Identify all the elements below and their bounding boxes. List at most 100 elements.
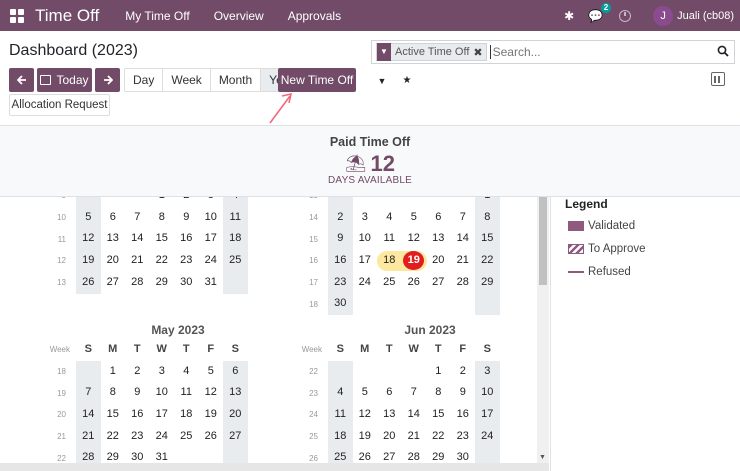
- day-cell[interactable]: 4: [377, 207, 402, 229]
- day-cell[interactable]: 22: [426, 426, 451, 448]
- today-cell[interactable]: 19: [402, 250, 427, 272]
- day-cell[interactable]: 24: [199, 250, 224, 272]
- day-cell[interactable]: 15: [426, 404, 451, 426]
- day-cell[interactable]: 28: [125, 272, 150, 294]
- day-cell[interactable]: 18: [223, 228, 248, 250]
- day-cell[interactable]: 30: [328, 293, 353, 315]
- day-cell[interactable]: 10: [475, 382, 500, 404]
- day-cell[interactable]: 12: [353, 404, 378, 426]
- day-cell[interactable]: 29: [150, 272, 175, 294]
- day-cell[interactable]: 16: [451, 404, 476, 426]
- apps-menu-icon[interactable]: [10, 8, 24, 23]
- day-cell[interactable]: 27: [101, 272, 126, 294]
- day-cell[interactable]: 26: [76, 272, 101, 294]
- day-cell[interactable]: 17: [199, 228, 224, 250]
- day-cell[interactable]: 14: [451, 228, 476, 250]
- day-cell[interactable]: 25: [223, 250, 248, 272]
- day-cell[interactable]: 16: [328, 250, 353, 272]
- next-button[interactable]: [95, 68, 120, 92]
- day-cell[interactable]: 19: [76, 250, 101, 272]
- horizontal-scrollbar[interactable]: [0, 463, 549, 471]
- day-cell[interactable]: 10: [150, 382, 175, 404]
- day-cell[interactable]: 21: [125, 250, 150, 272]
- day-cell[interactable]: 13: [223, 382, 248, 404]
- day-cell[interactable]: 28: [451, 272, 476, 294]
- day-cell[interactable]: 18: [377, 250, 402, 272]
- day-cell[interactable]: 17: [150, 404, 175, 426]
- day-cell[interactable]: 1: [101, 361, 126, 383]
- day-cell[interactable]: 21: [402, 426, 427, 448]
- filter-toggle-icon[interactable]: ▼: [371, 70, 393, 92]
- day-cell[interactable]: 27: [426, 272, 451, 294]
- day-cell[interactable]: 26: [199, 426, 224, 448]
- day-cell[interactable]: 9: [125, 382, 150, 404]
- day-cell[interactable]: 19: [353, 426, 378, 448]
- day-cell[interactable]: 7: [125, 207, 150, 229]
- day-cell[interactable]: 14: [402, 404, 427, 426]
- menu-overview[interactable]: Overview: [202, 9, 276, 23]
- calendar-scrollbar[interactable]: ▼: [537, 197, 549, 463]
- day-cell[interactable]: 30: [174, 272, 199, 294]
- day-cell[interactable]: 26: [402, 272, 427, 294]
- prev-button[interactable]: [9, 68, 34, 92]
- day-cell[interactable]: 23: [174, 250, 199, 272]
- day-cell[interactable]: 22: [150, 250, 175, 272]
- day-cell[interactable]: 24: [475, 426, 500, 448]
- day-cell[interactable]: 29: [475, 272, 500, 294]
- day-cell[interactable]: 1: [150, 197, 175, 207]
- search-icon[interactable]: [717, 45, 729, 60]
- day-cell[interactable]: 19: [199, 404, 224, 426]
- day-cell[interactable]: 21: [451, 250, 476, 272]
- day-cell[interactable]: 5: [353, 382, 378, 404]
- day-cell[interactable]: 11: [174, 382, 199, 404]
- day-cell[interactable]: 24: [150, 426, 175, 448]
- day-cell[interactable]: 13: [101, 228, 126, 250]
- day-cell[interactable]: 7: [451, 207, 476, 229]
- day-cell[interactable]: 10: [353, 228, 378, 250]
- day-cell[interactable]: 5: [402, 207, 427, 229]
- scale-day[interactable]: Day: [125, 69, 164, 91]
- day-cell[interactable]: 13: [377, 404, 402, 426]
- favorites-star-icon[interactable]: ★: [396, 70, 418, 92]
- day-cell[interactable]: 11: [328, 404, 353, 426]
- day-cell[interactable]: 2: [451, 361, 476, 383]
- chat-icon[interactable]: 💬 2: [588, 2, 612, 23]
- day-cell[interactable]: 11: [223, 207, 248, 229]
- day-cell[interactable]: 20: [426, 250, 451, 272]
- day-cell[interactable]: 1: [426, 361, 451, 383]
- day-cell[interactable]: 23: [451, 426, 476, 448]
- day-cell[interactable]: 9: [328, 228, 353, 250]
- day-cell[interactable]: 6: [101, 207, 126, 229]
- day-cell[interactable]: 6: [426, 207, 451, 229]
- debug-bug-icon[interactable]: ✱: [564, 9, 574, 23]
- day-cell[interactable]: 23: [328, 272, 353, 294]
- scale-week[interactable]: Week: [163, 69, 211, 91]
- day-cell[interactable]: 18: [328, 426, 353, 448]
- today-button[interactable]: Today: [37, 68, 92, 92]
- day-cell[interactable]: 3: [150, 361, 175, 383]
- scale-month[interactable]: Month: [210, 69, 262, 91]
- day-cell[interactable]: 3: [199, 197, 224, 207]
- day-cell[interactable]: 25: [174, 426, 199, 448]
- day-cell[interactable]: 20: [223, 404, 248, 426]
- day-cell[interactable]: 8: [475, 207, 500, 229]
- day-cell[interactable]: 4: [174, 361, 199, 383]
- day-cell[interactable]: 17: [475, 404, 500, 426]
- day-cell[interactable]: 13: [426, 228, 451, 250]
- day-cell[interactable]: 10: [199, 207, 224, 229]
- menu-my-time-off[interactable]: My Time Off: [113, 9, 201, 23]
- day-cell[interactable]: 12: [76, 228, 101, 250]
- day-cell[interactable]: 20: [377, 426, 402, 448]
- day-cell[interactable]: 20: [101, 250, 126, 272]
- day-cell[interactable]: 15: [475, 228, 500, 250]
- day-cell[interactable]: 31: [199, 272, 224, 294]
- search-input[interactable]: [489, 45, 720, 59]
- scroll-down-icon[interactable]: ▼: [539, 454, 546, 461]
- day-cell[interactable]: 16: [125, 404, 150, 426]
- allocation-request-button[interactable]: Allocation Request: [9, 94, 110, 116]
- day-cell[interactable]: 6: [377, 382, 402, 404]
- day-cell[interactable]: 8: [101, 382, 126, 404]
- day-cell[interactable]: 16: [174, 228, 199, 250]
- app-title[interactable]: Time Off: [35, 6, 99, 26]
- day-cell[interactable]: 22: [475, 250, 500, 272]
